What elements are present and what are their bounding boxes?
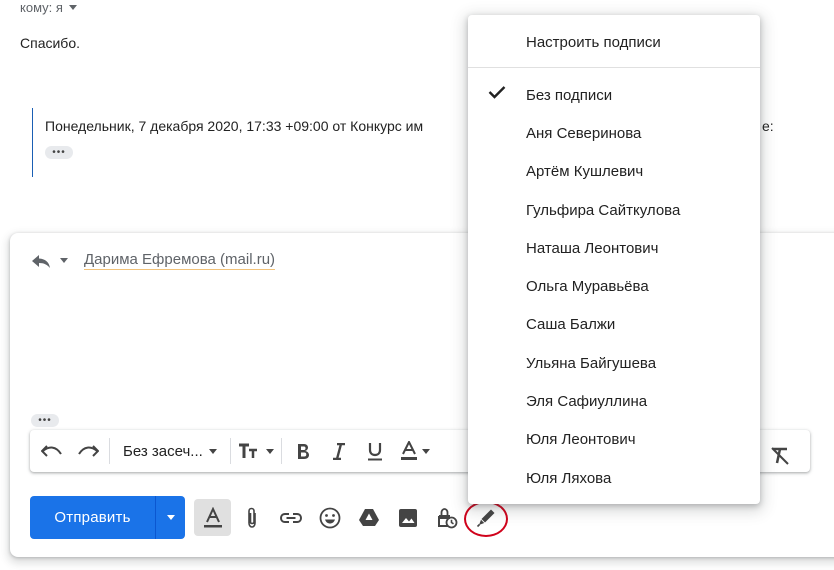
show-trimmed-content-button[interactable]: ••• — [31, 414, 59, 427]
signature-option[interactable]: Эля Сафиуллина — [468, 382, 760, 420]
toolbar-separator — [280, 438, 282, 464]
attach-icon — [247, 507, 256, 528]
italic-button[interactable] — [321, 433, 357, 469]
send-group: Отправить — [30, 496, 185, 539]
font-size-icon — [238, 443, 257, 458]
signature-option-label: Саша Балжи — [526, 316, 616, 334]
font-family-value: Без засеч... — [123, 442, 203, 460]
manage-signatures-item[interactable]: Настроить подписи — [468, 23, 760, 61]
remove-formatting-icon — [771, 447, 789, 465]
checkmark-icon — [488, 85, 506, 99]
font-size-button[interactable] — [234, 433, 278, 469]
text-color-button[interactable] — [393, 433, 437, 469]
signature-option-label: Аня Северинова — [526, 124, 642, 142]
recipient-chip[interactable]: Дарима Ефремова (mail.ru) — [84, 251, 276, 270]
toolbar-separator — [229, 438, 231, 464]
undo-button[interactable] — [34, 433, 70, 469]
insert-emoji-button[interactable] — [311, 499, 348, 536]
signature-option[interactable]: Ульяна Байгушева — [468, 344, 760, 382]
signature-menu: Настроить подписи Без подписи Аня Северин… — [468, 15, 760, 504]
signature-option-label: Без подписи — [526, 86, 613, 104]
signature-option-label: Эля Сафиуллина — [526, 393, 648, 411]
chevron-down-icon — [208, 448, 217, 454]
formatting-icon — [203, 506, 222, 527]
signature-option[interactable]: Аня Северинова — [468, 114, 760, 152]
photo-icon — [398, 508, 417, 527]
quote-header-tail: e: — [762, 118, 774, 134]
show-trimmed-content-button[interactable]: ••• — [45, 146, 73, 159]
link-icon — [279, 512, 302, 523]
formatting-options-button[interactable] — [194, 499, 231, 536]
chevron-down-icon — [421, 448, 430, 454]
reply-icon[interactable] — [30, 252, 52, 270]
signature-option-label: Наташа Леонтович — [526, 239, 659, 257]
redo-button[interactable] — [70, 433, 106, 469]
compose-tools — [194, 499, 508, 537]
italic-icon — [332, 442, 345, 460]
signature-option[interactable]: Наташа Леонтович — [468, 229, 760, 267]
text-color-icon — [400, 441, 417, 460]
signature-option[interactable]: Юля Леонтович — [468, 421, 760, 459]
signature-option-label: Ульяна Байгушева — [526, 354, 657, 372]
attach-file-button[interactable] — [233, 499, 270, 536]
menu-divider — [468, 67, 760, 68]
chevron-down-icon[interactable] — [60, 258, 68, 263]
to-label: кому: я — [20, 0, 63, 15]
signature-option-label: Гульфира Сайткулова — [526, 201, 681, 219]
remove-formatting-button[interactable] — [762, 438, 798, 474]
send-button[interactable]: Отправить — [30, 496, 155, 539]
insert-signature-button[interactable] — [464, 499, 508, 537]
signature-option-label: Ольга Муравьёва — [526, 278, 649, 296]
insert-photo-button[interactable] — [389, 499, 426, 536]
underline-button[interactable] — [357, 433, 393, 469]
signature-option-label: Юля Ляхова — [526, 469, 612, 487]
signature-option-label: Юля Леонтович — [526, 431, 636, 449]
send-options-button[interactable] — [155, 496, 185, 539]
chevron-down-icon — [265, 448, 274, 454]
signature-list: Без подписи Аня Северинова Артём Кушлевич Г… — [468, 76, 760, 497]
reply-type-row[interactable]: Дарима Ефремова (mail.ru) — [30, 251, 276, 270]
font-family-select[interactable]: Без засеч... — [113, 443, 227, 460]
signature-option[interactable]: Гульфира Сайткулова — [468, 191, 760, 229]
undo-icon — [41, 445, 62, 457]
bold-button[interactable] — [285, 433, 321, 469]
quoted-message: Понедельник, 7 декабря 2020, 17:33 +09:0… — [32, 108, 472, 177]
signature-option-label: Артём Кушлевич — [526, 163, 644, 181]
signature-pen-icon — [476, 509, 494, 527]
message-body: Спасибо. — [20, 35, 80, 51]
insert-drive-file-button[interactable] — [350, 499, 387, 536]
toolbar-separator — [109, 438, 110, 464]
signature-option[interactable]: Юля Ляхова — [468, 459, 760, 497]
bold-icon — [297, 443, 309, 459]
chevron-down-icon[interactable] — [68, 5, 77, 10]
chevron-down-icon — [166, 515, 175, 520]
recipient-line[interactable]: кому: я — [20, 0, 77, 15]
underline-icon — [367, 442, 382, 460]
signature-option[interactable]: Без подписи — [468, 76, 760, 114]
confidential-icon — [437, 507, 457, 528]
quote-header: Понедельник, 7 декабря 2020, 17:33 +09:0… — [45, 118, 424, 134]
drive-icon — [358, 509, 379, 526]
redo-icon — [78, 445, 99, 457]
confidential-mode-button[interactable] — [428, 499, 465, 536]
emoji-icon — [319, 507, 340, 528]
insert-link-button[interactable] — [272, 499, 309, 536]
signature-option[interactable]: Артём Кушлевич — [468, 153, 760, 191]
signature-option[interactable]: Саша Балжи — [468, 306, 760, 344]
signature-option[interactable]: Ольга Муравьёва — [468, 267, 760, 305]
